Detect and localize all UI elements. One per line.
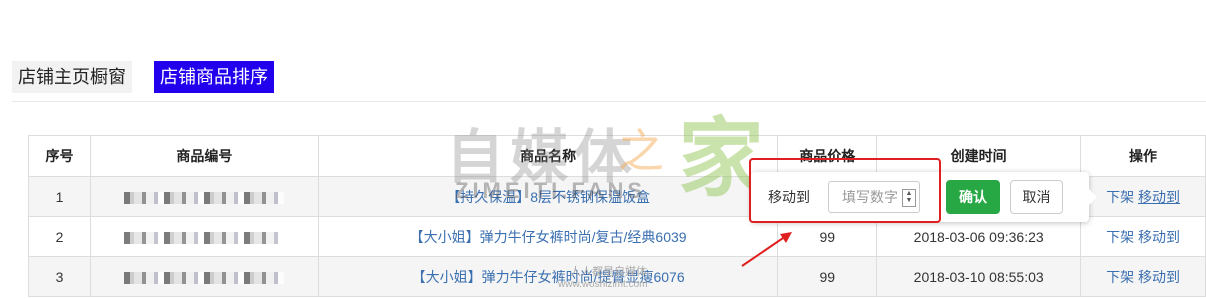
annotation-arrow-icon (741, 232, 792, 267)
